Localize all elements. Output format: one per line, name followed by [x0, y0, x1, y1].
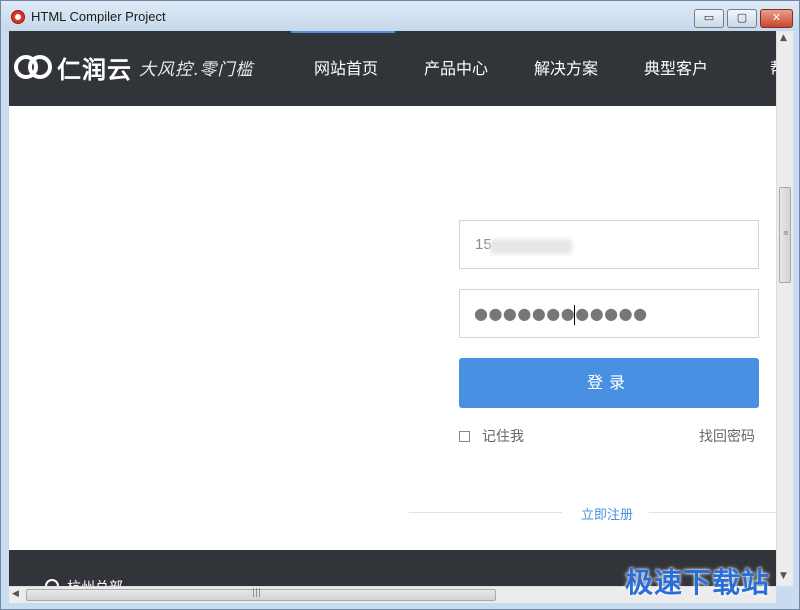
- phone-input[interactable]: 15: [459, 220, 759, 269]
- forgot-password-link[interactable]: 找回密码: [699, 426, 755, 446]
- nav-item-products[interactable]: 产品中心: [401, 31, 511, 106]
- password-input[interactable]: ●●●●●●●●●●●●: [459, 289, 759, 338]
- nav-item-solutions[interactable]: 解决方案: [511, 31, 621, 106]
- scroll-left-arrow-icon[interactable]: ◀: [12, 589, 19, 599]
- divider-left: [409, 512, 562, 513]
- logo-slogan: 大风控.零门槛: [139, 60, 254, 80]
- main-nav: 网站首页 产品中心 解决方案 典型客户 帮助: [291, 31, 776, 106]
- site-header: 仁润云 大风控.零门槛 网站首页 产品中心 解决方案 典型客户 帮助: [9, 31, 776, 106]
- text-caret: [574, 305, 575, 325]
- window-title: HTML Compiler Project: [31, 9, 166, 24]
- web-view: 仁润云 大风控.零门槛 网站首页 产品中心 解决方案 典型客户 帮助 15 ●●…: [9, 31, 776, 587]
- close-button[interactable]: ✕: [760, 9, 793, 28]
- divider-right: [649, 512, 776, 513]
- remember-me[interactable]: 记住我: [459, 426, 524, 446]
- app-window: HTML Compiler Project ▭ ▢ ✕ 仁润云 大风控.零门槛 …: [0, 0, 800, 610]
- logo-link-icon[interactable]: [13, 49, 53, 85]
- vertical-scroll-thumb[interactable]: ≡: [779, 187, 791, 283]
- checkbox-icon[interactable]: [459, 430, 470, 442]
- scroll-down-arrow-icon[interactable]: ▼: [780, 571, 787, 581]
- title-bar: HTML Compiler Project ▭ ▢ ✕: [1, 1, 799, 31]
- watermark: 极速下载站: [625, 566, 771, 599]
- nav-item-customers[interactable]: 典型客户: [621, 31, 731, 106]
- minimize-button[interactable]: ▭: [694, 9, 724, 28]
- scroll-up-arrow-icon[interactable]: ▲: [780, 33, 787, 43]
- app-icon: [11, 10, 25, 24]
- grip-icon: ≡: [783, 229, 789, 237]
- logo-text[interactable]: 仁润云: [57, 50, 132, 85]
- vertical-scrollbar[interactable]: ▲ ≡ ▼: [776, 31, 793, 586]
- remember-label[interactable]: 记住我: [482, 426, 524, 446]
- password-value: ●●●●●●●●●●●●: [474, 304, 648, 323]
- register-link[interactable]: 立即注册: [581, 504, 633, 523]
- horizontal-scroll-thumb[interactable]: |||: [26, 588, 496, 601]
- grip-icon: |||: [252, 588, 262, 598]
- login-button[interactable]: 登录: [459, 358, 759, 408]
- redacted-phone: [490, 239, 572, 254]
- maximize-button[interactable]: ▢: [727, 9, 757, 28]
- nav-item-home[interactable]: 网站首页: [291, 31, 401, 106]
- nav-item-help[interactable]: 帮助: [731, 31, 776, 106]
